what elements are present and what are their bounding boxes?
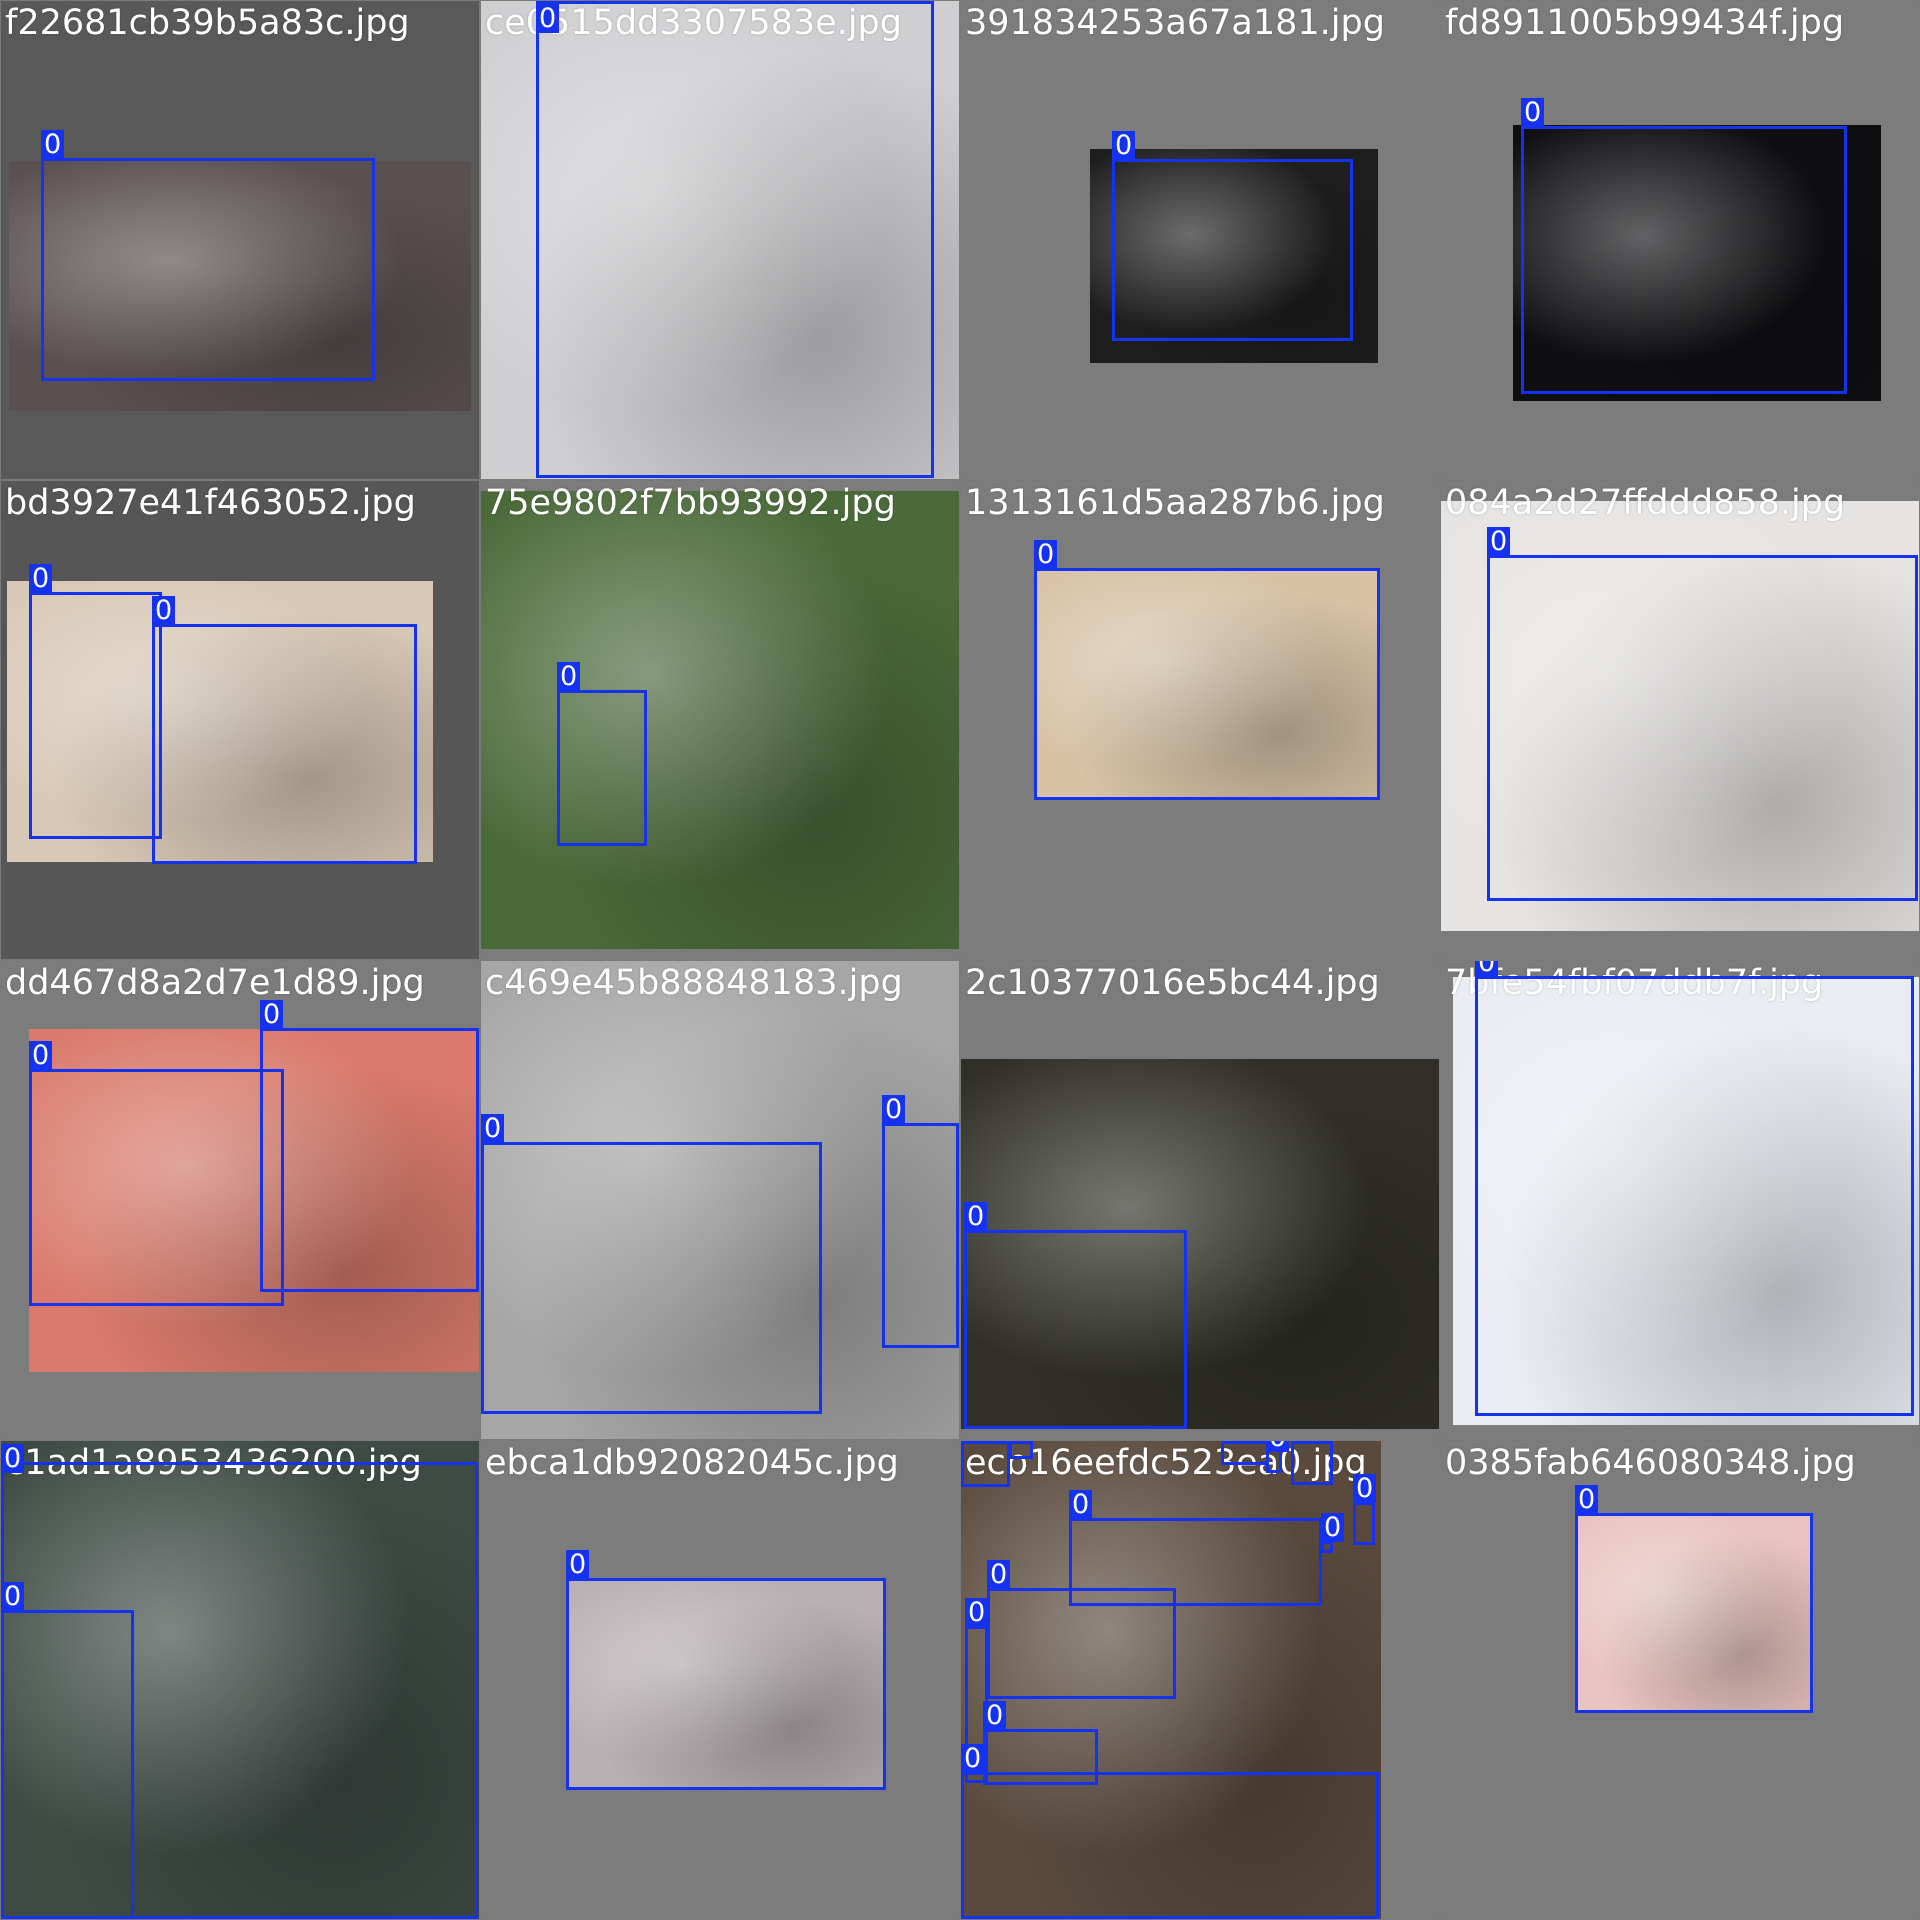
- class-label: 0: [964, 1202, 988, 1231]
- detection-box: 0: [29, 564, 162, 839]
- detection-box: 0: [1266, 1441, 1290, 1473]
- mosaic-tile: ce0515dd3307583e.jpg 0: [481, 1, 959, 479]
- class-label: 0: [152, 596, 176, 625]
- tile-filename: 2c10377016e5bc44.jpg: [965, 963, 1380, 1003]
- mosaic-tile: 1313161d5aa287b6.jpg 0: [961, 481, 1439, 959]
- class-label: 0: [1, 1582, 25, 1611]
- class-label: 0: [1321, 1513, 1345, 1542]
- mosaic-tile: 391834253a67a181.jpg 0: [961, 1, 1439, 479]
- detection-box: 0: [964, 1202, 1187, 1429]
- detection-box: 0: [1009, 1441, 1033, 1459]
- class-label: 0: [1353, 1474, 1377, 1503]
- detection-box: 0: [1, 1582, 134, 1919]
- class-label: 0: [1575, 1485, 1599, 1514]
- class-label: 0: [1291, 1441, 1315, 1444]
- mosaic-tile: c469e45b88848183.jpg 0 0: [481, 961, 959, 1439]
- mosaic-tile: 75e9802f7bb93992.jpg 0: [481, 481, 959, 959]
- class-label: 0: [987, 1560, 1011, 1589]
- tile-filename: f22681cb39b5a83c.jpg: [5, 3, 410, 43]
- tile-filename: bd3927e41f463052.jpg: [5, 483, 416, 523]
- mosaic-tile: fd8911005b99434f.jpg 0: [1441, 1, 1919, 479]
- detection-box: 0: [1321, 1513, 1345, 1553]
- mosaic-tile: 2c10377016e5bc44.jpg 0: [961, 961, 1439, 1439]
- detection-box: 0: [536, 1, 934, 478]
- detection-box: 0: [41, 130, 375, 381]
- detection-box: 0: [1521, 98, 1847, 394]
- mosaic-tile: 084a2d27ffddd858.jpg 0: [1441, 481, 1919, 959]
- class-label: 0: [481, 1114, 505, 1143]
- mosaic-tile: ebca1db92082045c.jpg 0: [481, 1441, 959, 1919]
- tile-filename: 084a2d27ffddd858.jpg: [1445, 483, 1846, 523]
- mosaic-tile: 0385fab646080348.jpg 0: [1441, 1441, 1919, 1919]
- tile-filename: ebca1db92082045c.jpg: [485, 1443, 899, 1483]
- tile-filename: dd467d8a2d7e1d89.jpg: [5, 963, 425, 1003]
- tile-filename: 391834253a67a181.jpg: [965, 3, 1385, 43]
- detection-box: 0: [1221, 1441, 1269, 1465]
- detection-mosaic: f22681cb39b5a83c.jpg 0 ce0515dd3307583e.…: [0, 0, 1920, 1920]
- mosaic-tile: c1ad1a8953436200.jpg 0 0: [1, 1441, 479, 1919]
- class-label: 0: [41, 130, 65, 159]
- detection-box: 0: [1291, 1441, 1333, 1485]
- class-label: 0: [1034, 540, 1058, 569]
- class-label: 0: [1, 1444, 25, 1473]
- detection-box: 0: [1575, 1485, 1813, 1713]
- class-label: 0: [536, 4, 560, 33]
- class-label: 0: [1475, 961, 1499, 977]
- detection-box: 0: [961, 1744, 1379, 1919]
- class-label: 0: [961, 1441, 985, 1444]
- detection-box: 0: [1112, 131, 1353, 341]
- class-label: 0: [29, 564, 53, 593]
- class-label: 0: [1112, 131, 1136, 160]
- class-label: 0: [1266, 1441, 1290, 1452]
- mosaic-tile: bd3927e41f463052.jpg 0 0: [1, 481, 479, 959]
- detection-box: 0: [481, 1114, 822, 1414]
- mosaic-tile: f22681cb39b5a83c.jpg 0: [1, 1, 479, 479]
- class-label: 0: [1009, 1441, 1033, 1444]
- class-label: 0: [983, 1701, 1007, 1730]
- detection-box: 0: [1487, 527, 1918, 901]
- class-label: 0: [1221, 1441, 1245, 1444]
- class-label: 0: [29, 1041, 53, 1070]
- detection-box: 0: [961, 1441, 1010, 1487]
- tile-filename: c469e45b88848183.jpg: [485, 963, 903, 1003]
- tile-filename: 75e9802f7bb93992.jpg: [485, 483, 896, 523]
- mosaic-tile: 7bfe54fbf07ddb7f.jpg 0: [1441, 961, 1919, 1439]
- tile-filename: 1313161d5aa287b6.jpg: [965, 483, 1385, 523]
- mosaic-tile: ecb16eefdc523ea0.jpg 0 0 0 0 0 0 0 0 0 0…: [961, 1441, 1439, 1919]
- class-label: 0: [882, 1095, 906, 1124]
- detection-box: 0: [152, 596, 417, 864]
- detection-box: 0: [566, 1550, 886, 1790]
- tile-photo: [481, 491, 959, 949]
- detection-box: 0: [987, 1560, 1176, 1699]
- detection-box: 0: [882, 1095, 959, 1348]
- class-label: 0: [557, 662, 581, 691]
- detection-box: 0: [557, 662, 647, 846]
- class-label: 0: [961, 1744, 985, 1773]
- class-label: 0: [1487, 527, 1511, 556]
- class-label: 0: [260, 1000, 284, 1029]
- detection-box: 0: [260, 1000, 479, 1292]
- detection-box: 0: [1353, 1474, 1377, 1545]
- class-label: 0: [1521, 98, 1545, 127]
- detection-box: 0: [29, 1041, 284, 1306]
- tile-filename: fd8911005b99434f.jpg: [1445, 3, 1845, 43]
- class-label: 0: [566, 1550, 590, 1579]
- tile-filename: 0385fab646080348.jpg: [1445, 1443, 1856, 1483]
- mosaic-tile: dd467d8a2d7e1d89.jpg 0 0: [1, 961, 479, 1439]
- class-label: 0: [1069, 1490, 1093, 1519]
- detection-box: 0: [1034, 540, 1380, 800]
- detection-box: 0: [1475, 961, 1914, 1416]
- class-label: 0: [965, 1598, 989, 1627]
